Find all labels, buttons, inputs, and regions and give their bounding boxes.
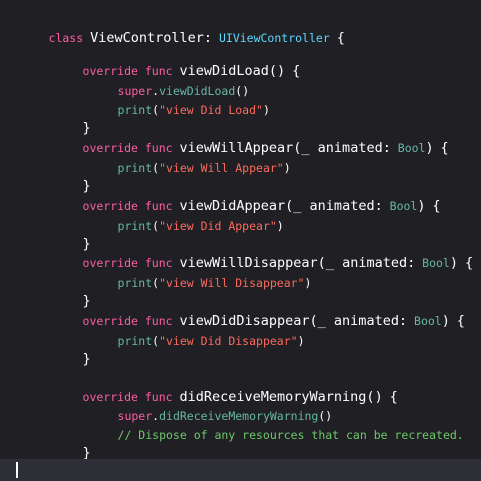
code-line-close-brace: } bbox=[44, 271, 91, 309]
paren-close: ) bbox=[262, 103, 270, 117]
open-brace: { bbox=[456, 313, 465, 329]
open-brace: { bbox=[464, 255, 474, 271]
open-brace: { bbox=[336, 30, 345, 46]
print-call: print bbox=[117, 219, 153, 233]
code-line-super-viewdidload: super.viewDidLoad() bbox=[117, 84, 250, 98]
string-literal: "view Did Appear" bbox=[159, 219, 277, 233]
code-line-class-declaration: class ViewController: UIViewController { bbox=[10, 8, 345, 46]
code-line-close-brace: } bbox=[44, 423, 91, 461]
string-literal: "view Did Disappear" bbox=[159, 334, 298, 348]
print-call: print bbox=[117, 276, 153, 290]
string-literal: "view Will Disappear" bbox=[159, 276, 305, 290]
code-line-print-viewdiddisappear: print("view Did Disappear") bbox=[79, 311, 305, 348]
param-label: _ animated: bbox=[317, 313, 408, 329]
print-call: print bbox=[117, 103, 153, 117]
open-brace: { bbox=[432, 198, 441, 214]
code-line-close-brace: } bbox=[44, 329, 91, 367]
code-line-print-viewdidappear: print("view Did Appear") bbox=[79, 196, 284, 233]
code-line-memorywarning-signature: override func didReceiveMemoryWarning() … bbox=[44, 367, 398, 405]
paren-close: ) bbox=[449, 255, 458, 271]
code-line-print-viewwilldisappear: print("view Will Disappear") bbox=[79, 253, 312, 290]
code-line-close-brace: } bbox=[44, 98, 91, 136]
code-line-viewwilldisappear-signature: override func viewWillDisappear(_ animat… bbox=[44, 233, 474, 271]
code-line-viewwillappear-signature: override func viewWillAppear(_ animated:… bbox=[44, 118, 449, 156]
param-label: _ animated: bbox=[325, 255, 416, 271]
open-brace: { bbox=[389, 389, 398, 405]
code-line-super-memorywarning: super.didReceiveMemoryWarning() bbox=[117, 409, 333, 423]
paren-close: ) bbox=[441, 313, 450, 329]
bool-type: Bool bbox=[397, 141, 426, 155]
param-label: _ animated: bbox=[293, 198, 383, 214]
code-line-viewdidload-signature: override func viewDidLoad() { bbox=[44, 41, 301, 79]
paren-close: ) bbox=[425, 140, 434, 156]
code-line-viewdidappear-signature: override func viewDidAppear(_ animated: … bbox=[44, 176, 441, 214]
text-cursor bbox=[16, 462, 18, 478]
code-editor[interactable]: class ViewController: UIViewController {… bbox=[0, 0, 481, 481]
code-line-close-brace: } bbox=[44, 214, 91, 252]
string-literal: "view Did Load" bbox=[159, 103, 263, 117]
code-line-comment: // Dispose of any resources that can be … bbox=[79, 405, 464, 442]
code-line-print-viewdidload: print("view Did Load") bbox=[79, 80, 270, 117]
current-line-highlight bbox=[0, 459, 481, 481]
paren-close: ) bbox=[276, 219, 284, 233]
code-line-viewdiddisappear-signature: override func viewDidDisappear(_ animate… bbox=[44, 291, 465, 329]
print-call: print bbox=[117, 334, 153, 348]
bool-type: Bool bbox=[422, 256, 450, 270]
param-label: _ animated: bbox=[301, 140, 391, 156]
open-brace: { bbox=[292, 63, 301, 79]
code-line-close-brace: } bbox=[44, 156, 91, 194]
bool-type: Bool bbox=[389, 199, 418, 213]
paren-close: ) bbox=[297, 334, 305, 348]
paren-close: ) bbox=[283, 161, 291, 175]
open-brace: { bbox=[440, 140, 449, 156]
string-literal: "view Will Appear" bbox=[159, 161, 284, 175]
code-line-print-viewwillappear: print("view Will Appear") bbox=[79, 138, 291, 175]
print-call: print bbox=[117, 161, 153, 175]
close-brace: } bbox=[82, 351, 91, 367]
paren-close: ) bbox=[304, 276, 312, 290]
bool-type: Bool bbox=[414, 314, 442, 328]
code-comment: // Dispose of any resources that can be … bbox=[117, 428, 464, 442]
